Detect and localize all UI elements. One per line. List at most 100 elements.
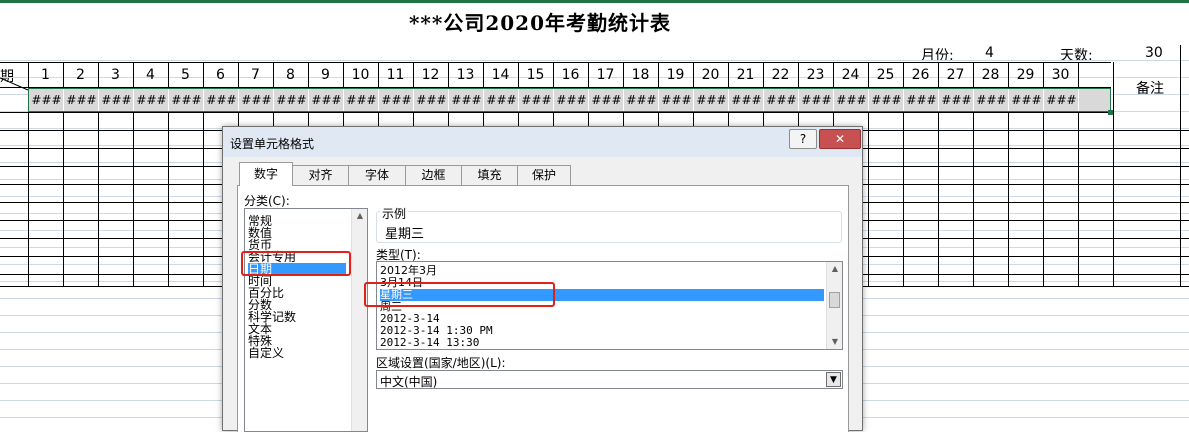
- ribbon-edge: [0, 0, 1189, 3]
- weekday-cell[interactable]: ###: [134, 89, 169, 111]
- cell-separator: [658, 89, 659, 111]
- day-number-cell[interactable]: 13: [448, 64, 483, 86]
- tab-protection[interactable]: 保护: [517, 165, 571, 185]
- type-scrollbar[interactable]: ▲ ▼: [826, 262, 842, 349]
- day-number-cell[interactable]: 10: [343, 64, 378, 86]
- day-number-cell[interactable]: 8: [273, 64, 308, 86]
- table-border: [0, 184, 225, 185]
- weekday-cell[interactable]: ###: [344, 89, 379, 111]
- cell-separator: [168, 89, 169, 111]
- weekday-cell[interactable]: ###: [239, 89, 274, 111]
- day-number-cell[interactable]: 28: [973, 64, 1008, 86]
- locale-select[interactable]: 中文(中国) ▼: [376, 370, 843, 389]
- weekday-cell[interactable]: ###: [904, 89, 939, 111]
- weekday-cell[interactable]: ###: [869, 89, 904, 111]
- close-button[interactable]: ✕: [819, 129, 861, 149]
- day-number-cell[interactable]: 22: [763, 64, 798, 86]
- remark-header[interactable]: 备注: [1120, 78, 1180, 98]
- weekday-cell[interactable]: ###: [589, 89, 624, 111]
- weekday-cell[interactable]: ###: [379, 89, 414, 111]
- tab-border[interactable]: 边框: [405, 165, 462, 185]
- fill-handle[interactable]: [1108, 110, 1113, 115]
- table-border: [862, 274, 1189, 275]
- weekday-cell[interactable]: ###: [519, 89, 554, 111]
- tab-font[interactable]: 字体: [348, 165, 406, 185]
- weekday-cell[interactable]: ###: [274, 89, 309, 111]
- tab-alignment[interactable]: 对齐: [292, 165, 349, 185]
- day-number-cell[interactable]: 9: [308, 64, 343, 86]
- weekday-cell[interactable]: ###: [624, 89, 659, 111]
- day-number-cell[interactable]: 14: [483, 64, 518, 86]
- type-item[interactable]: 2012-3-14 13:30: [380, 337, 479, 349]
- day-number-cell[interactable]: 4: [133, 64, 168, 86]
- weekday-cell[interactable]: ###: [799, 89, 834, 111]
- format-cells-dialog: 设置单元格格式 ? ✕ 数字 对齐 字体 边框 填充 保护 分类(C): 常规 …: [222, 126, 863, 432]
- day-number-cell[interactable]: 23: [798, 64, 833, 86]
- day-number-cell[interactable]: 2: [63, 64, 98, 86]
- day-number-cell[interactable]: 7: [238, 64, 273, 86]
- scroll-thumb[interactable]: [829, 292, 840, 308]
- scroll-up-icon[interactable]: ▲: [827, 262, 842, 276]
- cell-separator: [98, 89, 99, 111]
- highlight-weekday-type: [364, 282, 555, 307]
- weekday-cell[interactable]: ###: [834, 89, 869, 111]
- day-number-cell[interactable]: 12: [413, 64, 448, 86]
- weekday-cell[interactable]: ###: [29, 89, 64, 111]
- weekday-cell[interactable]: ###: [169, 89, 204, 111]
- category-scrollbar[interactable]: ▲: [351, 209, 367, 431]
- sheet-title[interactable]: ***公司2020年考勤统计表: [380, 6, 700, 40]
- day-number-cell[interactable]: 5: [168, 64, 203, 86]
- weekday-cell[interactable]: ###: [729, 89, 764, 111]
- month-value[interactable]: 4: [985, 45, 994, 61]
- day-number-cell[interactable]: 27: [938, 64, 973, 86]
- weekday-cell[interactable]: ###: [939, 89, 974, 111]
- scroll-up-icon[interactable]: ▲: [352, 209, 367, 223]
- weekday-cell[interactable]: ###: [694, 89, 729, 111]
- day-number-cell[interactable]: 11: [378, 64, 413, 86]
- weekday-cell[interactable]: ###: [554, 89, 589, 111]
- weekday-cell[interactable]: ###: [204, 89, 239, 111]
- weekday-cell[interactable]: ###: [484, 89, 519, 111]
- day-number-cell[interactable]: 3: [98, 64, 133, 86]
- scroll-down-icon[interactable]: ▼: [827, 335, 842, 349]
- tab-number[interactable]: 数字: [239, 162, 293, 186]
- day-number-cell[interactable]: 18: [623, 64, 658, 86]
- weekday-cell[interactable]: ###: [309, 89, 344, 111]
- dropdown-arrow-icon[interactable]: ▼: [826, 372, 841, 387]
- day-number-cell[interactable]: 24: [833, 64, 868, 86]
- days-value[interactable]: 30: [1145, 45, 1163, 61]
- weekday-cell[interactable]: ###: [659, 89, 694, 111]
- day-number-cell[interactable]: 17: [588, 64, 623, 86]
- table-border: [0, 148, 225, 149]
- day-number-cell[interactable]: 1: [28, 64, 63, 86]
- day-number-cell[interactable]: 16: [553, 64, 588, 86]
- day-number-cell[interactable]: 15: [518, 64, 553, 86]
- weekday-cell[interactable]: ###: [1044, 89, 1079, 111]
- day-number-cell[interactable]: 20: [693, 64, 728, 86]
- day-number-cell[interactable]: 30: [1043, 64, 1078, 86]
- table-border: [862, 238, 1189, 239]
- weekday-cell[interactable]: ###: [64, 89, 99, 111]
- cell-separator: [483, 89, 484, 111]
- weekday-cell[interactable]: ###: [1009, 89, 1044, 111]
- day-number-cell[interactable]: 29: [1008, 64, 1043, 86]
- weekday-cell[interactable]: ###: [974, 89, 1009, 111]
- day-number-cell[interactable]: 19: [658, 64, 693, 86]
- dialog-titlebar[interactable]: [223, 127, 862, 157]
- day-number-cell[interactable]: 21: [728, 64, 763, 86]
- day-number-cell[interactable]: 26: [903, 64, 938, 86]
- weekday-cell[interactable]: ###: [449, 89, 484, 111]
- category-item[interactable]: 自定义: [248, 347, 284, 359]
- tab-fill[interactable]: 填充: [461, 165, 518, 185]
- day-number-cell[interactable]: 25: [868, 64, 903, 86]
- day-number-cell[interactable]: 6: [203, 64, 238, 86]
- weekday-cell[interactable]: ###: [764, 89, 799, 111]
- help-button[interactable]: ?: [789, 129, 817, 149]
- table-border: [0, 130, 225, 131]
- column-border: [1113, 62, 1114, 286]
- dialog-title: 设置单元格格式: [230, 137, 315, 151]
- table-border: [862, 130, 1189, 131]
- weekday-cell[interactable]: ###: [99, 89, 134, 111]
- category-list[interactable]: 常规 数值 货币 会计专用 日期 时间 百分比 分数 科学记数 文本 特殊 自定…: [244, 208, 368, 432]
- weekday-cell[interactable]: ###: [414, 89, 449, 111]
